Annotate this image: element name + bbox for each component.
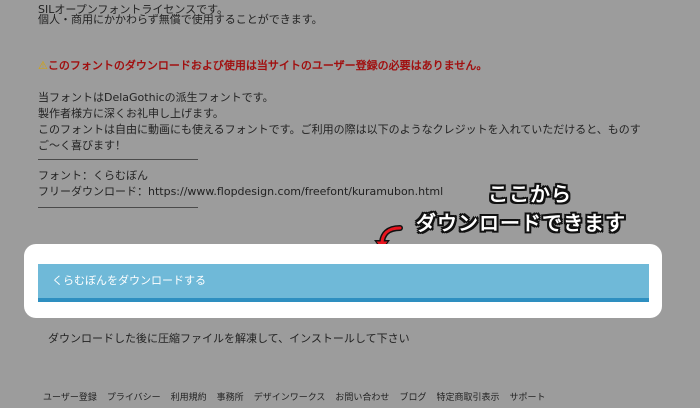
footer-link-support[interactable]: サポート — [509, 390, 545, 403]
credit-download-line: フリーダウンロード：https://www.flopdesign.com/fre… — [38, 185, 444, 198]
footer-link-user-registration[interactable]: ユーザー登録 — [43, 390, 97, 403]
footer-link-blog[interactable]: ブログ — [399, 390, 426, 403]
footer-nav: ユーザー登録 プライバシー 利用規約 事務所 デザインワークス お問い合わせ ブ… — [43, 390, 545, 403]
divider-bottom — [38, 207, 198, 208]
warning-icon: ⚠ — [38, 59, 48, 72]
footer-link-terms[interactable]: 利用規約 — [171, 390, 207, 403]
annotation-line-1: ここから — [488, 182, 572, 206]
body-line-2: 製作者様方に深くお礼申し上げます。 — [38, 107, 224, 120]
body-line-1: 当フォントはDelaGothicの派生フォントです。 — [38, 91, 274, 104]
warning-notice: ⚠このフォントのダウンロードおよび使用は当サイトのユーザー登録の必要はありません… — [38, 58, 487, 74]
warning-text: このフォントのダウンロードおよび使用は当サイトのユーザー登録の必要はありません。 — [47, 59, 488, 72]
footer-link-design-works[interactable]: デザインワークス — [254, 390, 326, 403]
credit-font-line: フォント：くらむぼん — [38, 169, 148, 182]
footer-link-privacy[interactable]: プライバシー — [107, 390, 161, 403]
divider-top — [38, 159, 198, 160]
after-download-note: ダウンロードした後に圧縮ファイルを解凍して、インストールして下さい — [48, 332, 410, 345]
body-line-4: ご～く喜びます！ — [38, 139, 126, 152]
footer-link-contact[interactable]: お問い合わせ — [335, 390, 389, 403]
footer-link-commerce-law[interactable]: 特定商取引表示 — [436, 390, 499, 403]
footer-link-office[interactable]: 事務所 — [217, 390, 244, 403]
body-line-3: このフォントは自由に動画にも使えるフォントです。ご利用の際は以下のようなクレジッ… — [38, 123, 641, 136]
download-button[interactable]: くらむぼんをダウンロードする — [38, 264, 649, 302]
download-panel: くらむぼんをダウンロードする — [24, 244, 662, 318]
intro-line-2: 個人・商用にかかわらず無償で使用することができます。 — [38, 13, 323, 26]
annotation-line-2: ダウンロードできます — [416, 211, 626, 235]
